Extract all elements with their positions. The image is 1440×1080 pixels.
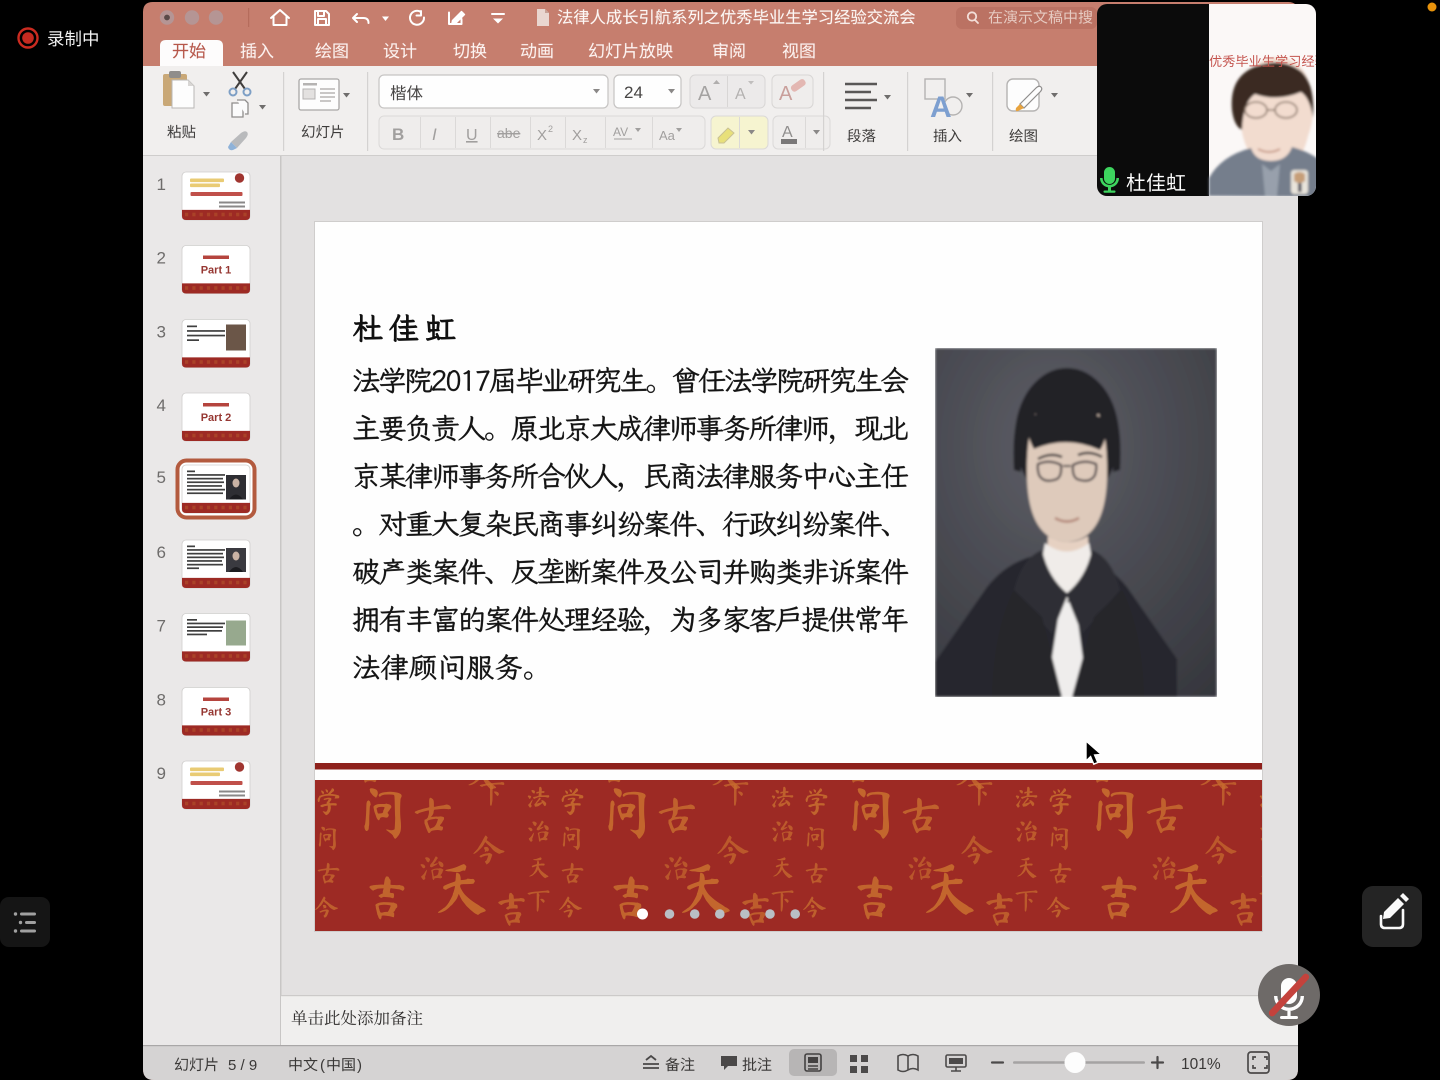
svg-text:A: A [735,86,746,103]
svg-text:A: A [698,83,712,105]
svg-text:X: X [537,127,547,144]
svg-text:2: 2 [157,249,166,268]
svg-text:Part 1: Part 1 [201,265,232,277]
svg-text:Part 3: Part 3 [201,707,232,719]
svg-text:3: 3 [157,323,166,342]
svg-text:abe: abe [497,125,521,141]
svg-text:7: 7 [157,617,166,636]
svg-text:U: U [466,127,478,144]
svg-text:z: z [583,135,588,145]
svg-text:): ) [357,1057,362,1074]
svg-text:6: 6 [157,543,166,562]
svg-text:5: 5 [157,468,166,487]
svg-text:A: A [782,124,793,141]
svg-text:24: 24 [624,83,643,102]
svg-text:Aa: Aa [659,128,676,143]
svg-text:X: X [572,127,582,144]
svg-text:I: I [432,125,437,144]
svg-text:9: 9 [157,764,166,783]
svg-text:8: 8 [157,691,166,710]
svg-text:1: 1 [157,175,166,194]
svg-text:101%: 101% [1181,1056,1221,1073]
svg-text:B: B [392,125,404,144]
svg-text:5 / 9: 5 / 9 [228,1057,257,1074]
svg-text:Part 2: Part 2 [201,412,232,424]
svg-text:A: A [930,91,952,124]
svg-text:AV: AV [613,125,628,139]
svg-text:A: A [779,83,793,105]
svg-text:4: 4 [157,396,166,415]
svg-text:2: 2 [548,124,553,134]
svg-text:(: ( [320,1057,325,1074]
